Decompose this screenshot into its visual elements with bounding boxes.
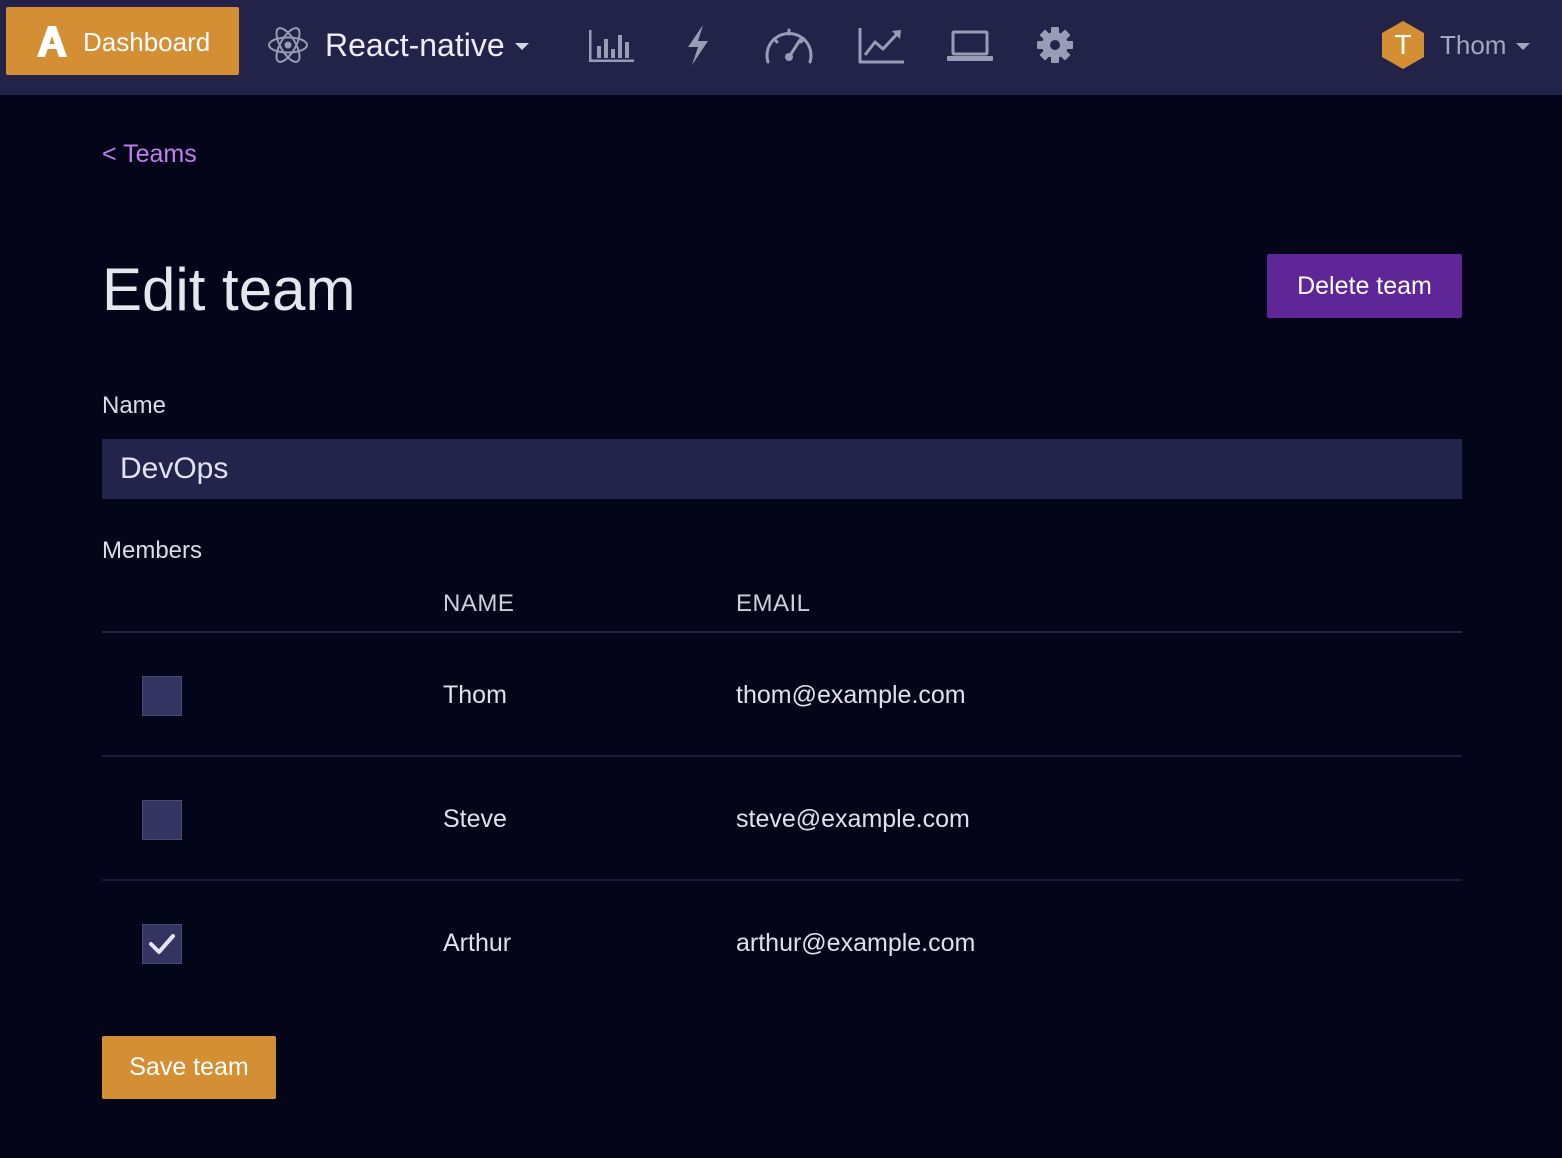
team-name-input[interactable]	[102, 439, 1462, 499]
user-name: Thom	[1440, 29, 1507, 60]
member-name: Thom	[443, 681, 507, 709]
gauge-icon[interactable]	[762, 22, 816, 68]
chevron-down-icon	[514, 43, 529, 50]
dashboard-button[interactable]: Dashboard	[6, 7, 239, 75]
laptop-icon[interactable]	[945, 22, 995, 68]
gear-icon[interactable]	[1032, 22, 1082, 68]
column-header-name: NAME	[443, 590, 515, 617]
save-team-button[interactable]: Save team	[102, 1036, 276, 1099]
app-logo-icon	[37, 26, 67, 57]
members-label: Members	[102, 537, 203, 564]
bolt-icon[interactable]	[673, 22, 723, 68]
avatar-initial: T	[1394, 29, 1412, 60]
project-selector[interactable]: React-native	[266, 20, 529, 70]
delete-team-button[interactable]: Delete team	[1267, 254, 1462, 318]
avatar: T	[1378, 20, 1428, 70]
table-row: Thom thom@example.com	[102, 633, 1462, 757]
line-chart-icon[interactable]	[857, 22, 907, 68]
member-email: steve@example.com	[736, 805, 970, 833]
check-icon	[149, 934, 175, 954]
table-row: Arthur arthur@example.com	[102, 881, 1462, 1005]
bar-chart-icon[interactable]	[586, 22, 636, 68]
member-checkbox[interactable]	[142, 924, 182, 964]
chevron-down-icon	[1516, 43, 1531, 50]
project-label: React-native	[325, 26, 505, 63]
user-menu[interactable]: T Thom	[1378, 20, 1531, 70]
member-checkbox[interactable]	[142, 676, 182, 716]
table-row: Steve steve@example.com	[102, 757, 1462, 881]
column-header-email: EMAIL	[736, 590, 811, 617]
name-label: Name	[102, 392, 167, 419]
breadcrumb[interactable]: < Teams	[102, 140, 197, 169]
member-email: arthur@example.com	[736, 929, 976, 957]
page-title: Edit team	[102, 256, 356, 323]
top-navbar: Dashboard React-native T Thom	[0, 0, 1562, 95]
member-email: thom@example.com	[736, 681, 966, 709]
react-icon	[268, 27, 308, 63]
member-name: Steve	[443, 805, 507, 833]
member-checkbox[interactable]	[142, 800, 182, 840]
dashboard-label: Dashboard	[83, 27, 211, 57]
member-name: Arthur	[443, 929, 512, 957]
